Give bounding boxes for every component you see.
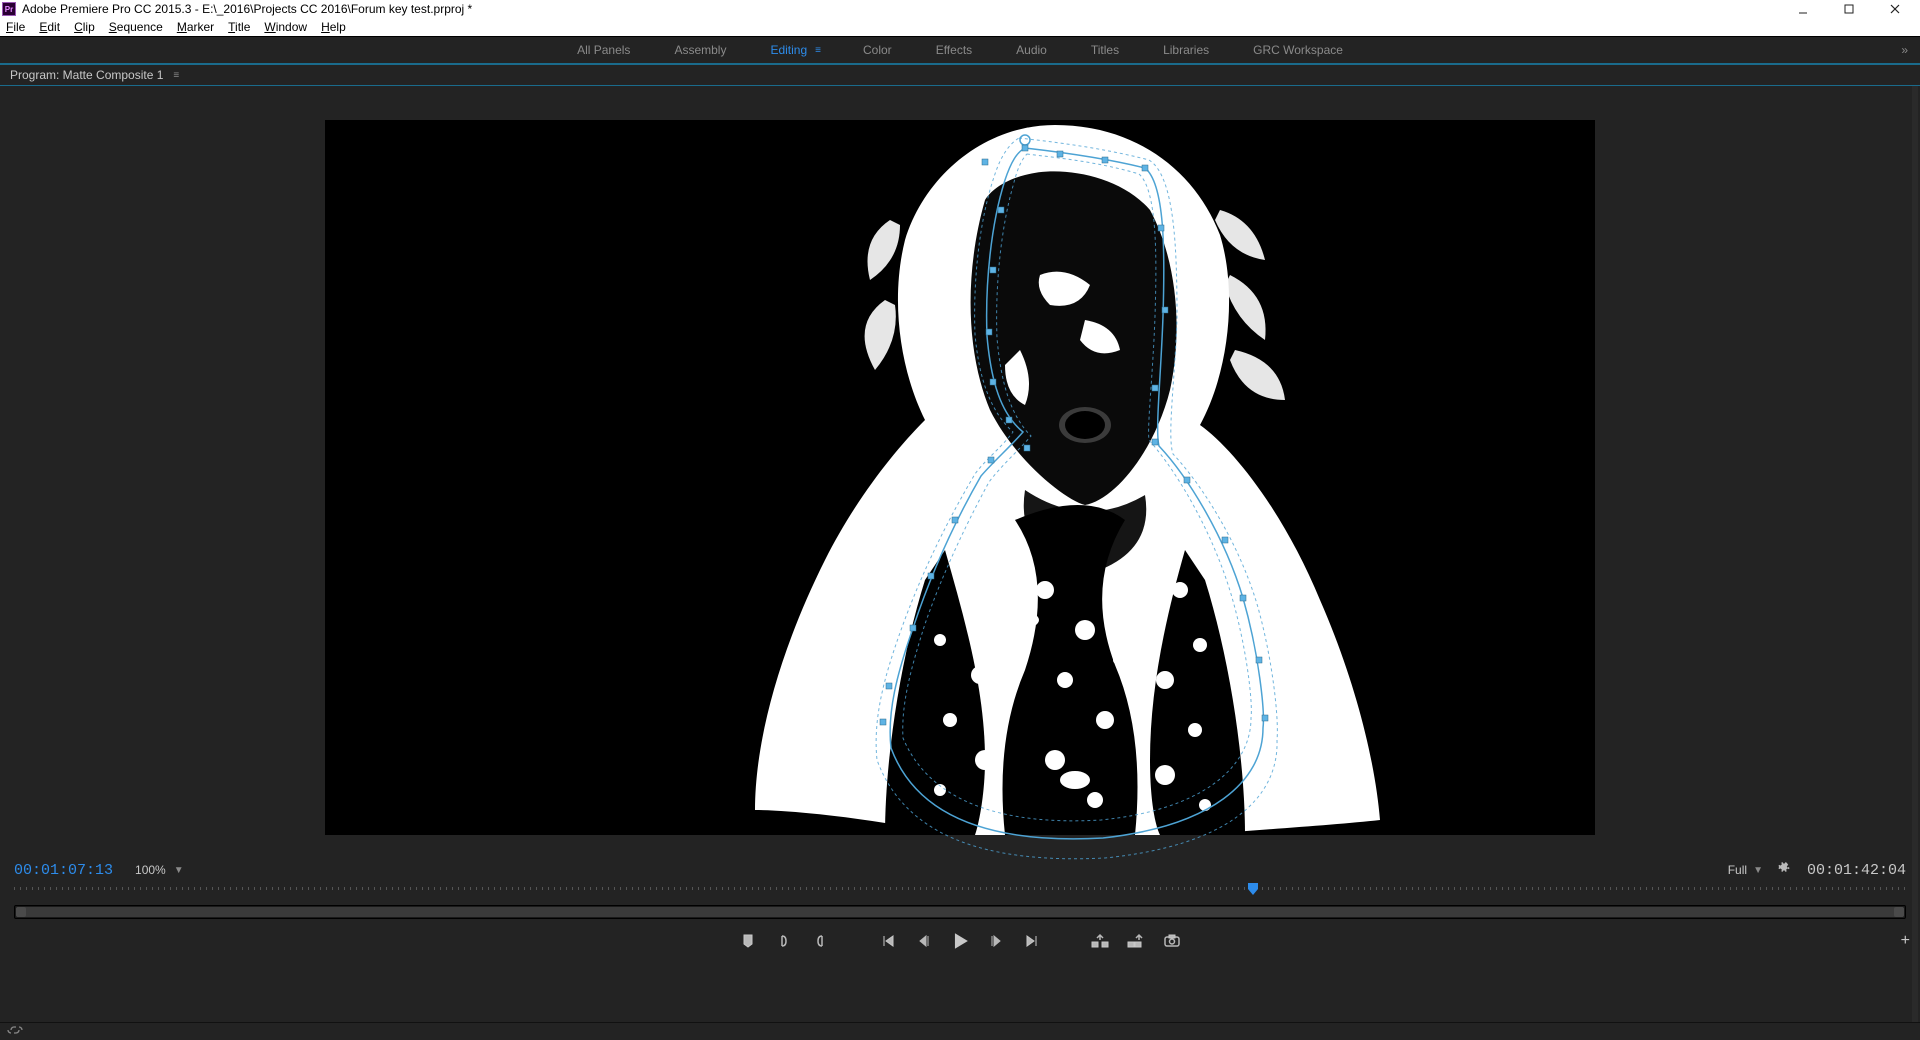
menu-help[interactable]: Help [321, 20, 346, 34]
close-button[interactable] [1872, 0, 1918, 18]
playback-resolution[interactable]: Full [1728, 863, 1747, 877]
extract-icon[interactable] [1125, 930, 1147, 952]
panel-menu-icon[interactable]: ≡ [173, 70, 177, 81]
menu-clip[interactable]: Clip [74, 20, 95, 34]
workspace-grc[interactable]: GRC Workspace [1231, 37, 1365, 63]
workspace-tabs: All Panels Assembly Editing≡ Color Effec… [0, 36, 1920, 64]
settings-icon[interactable] [1777, 860, 1793, 881]
menu-file[interactable]: File [6, 20, 25, 34]
mini-timeline[interactable] [14, 885, 1906, 901]
zoom-level[interactable]: 100% [135, 863, 166, 877]
play-icon[interactable] [949, 930, 971, 952]
step-forward-icon[interactable] [985, 930, 1007, 952]
matte-image [325, 120, 1595, 835]
duration-timecode: 00:01:42:04 [1807, 862, 1906, 879]
minimize-button[interactable] [1780, 0, 1826, 18]
workspace-audio[interactable]: Audio [994, 37, 1069, 63]
status-bar [0, 1022, 1920, 1040]
mark-in-icon[interactable] [773, 930, 795, 952]
current-timecode[interactable]: 00:01:07:13 [14, 862, 113, 879]
vertical-scrollbar[interactable] [1912, 86, 1918, 1022]
maximize-button[interactable] [1826, 0, 1872, 18]
app-icon: Pr [2, 2, 16, 16]
zoom-handle-right[interactable] [1894, 907, 1904, 917]
resolution-dropdown-icon[interactable]: ▼ [1753, 865, 1763, 876]
transport-controls: + [0, 923, 1920, 959]
link-icon[interactable] [6, 1023, 24, 1040]
program-monitor[interactable]: 00:01:07:13 100% ▼ Full ▼ 00:01:42:04 [0, 86, 1920, 1022]
zoom-dropdown-icon[interactable]: ▼ [174, 865, 184, 876]
program-panel-title: Program: Matte Composite 1 [10, 68, 163, 82]
menu-marker[interactable]: Marker [177, 20, 214, 34]
workspace-color[interactable]: Color [841, 37, 914, 63]
workspace-libraries[interactable]: Libraries [1141, 37, 1231, 63]
timeline-zoom-scrollbar[interactable] [14, 905, 1906, 919]
button-editor-icon[interactable]: + [1901, 932, 1910, 950]
step-back-icon[interactable] [913, 930, 935, 952]
menu-sequence[interactable]: Sequence [109, 20, 163, 34]
export-frame-icon[interactable] [1161, 930, 1183, 952]
playhead[interactable] [1248, 883, 1258, 897]
workspace-all-panels[interactable]: All Panels [555, 37, 652, 63]
menu-title[interactable]: Title [228, 20, 250, 34]
go-to-out-icon[interactable] [1021, 930, 1043, 952]
go-to-in-icon[interactable] [877, 930, 899, 952]
menu-edit[interactable]: Edit [39, 20, 60, 34]
video-canvas[interactable] [325, 120, 1595, 835]
add-marker-icon[interactable] [737, 930, 759, 952]
mark-out-icon[interactable] [809, 930, 831, 952]
grip-icon[interactable]: ≡ [815, 45, 819, 56]
workspace-assembly[interactable]: Assembly [652, 37, 748, 63]
zoom-handle-left[interactable] [16, 907, 26, 917]
menu-window[interactable]: Window [264, 20, 307, 34]
workspace-effects[interactable]: Effects [914, 37, 994, 63]
window-title: Adobe Premiere Pro CC 2015.3 - E:\_2016\… [22, 2, 472, 16]
lift-icon[interactable] [1089, 930, 1111, 952]
workspace-overflow-button[interactable]: » [1901, 43, 1908, 57]
workspace-titles[interactable]: Titles [1069, 37, 1141, 63]
workspace-editing[interactable]: Editing≡ [748, 37, 841, 63]
